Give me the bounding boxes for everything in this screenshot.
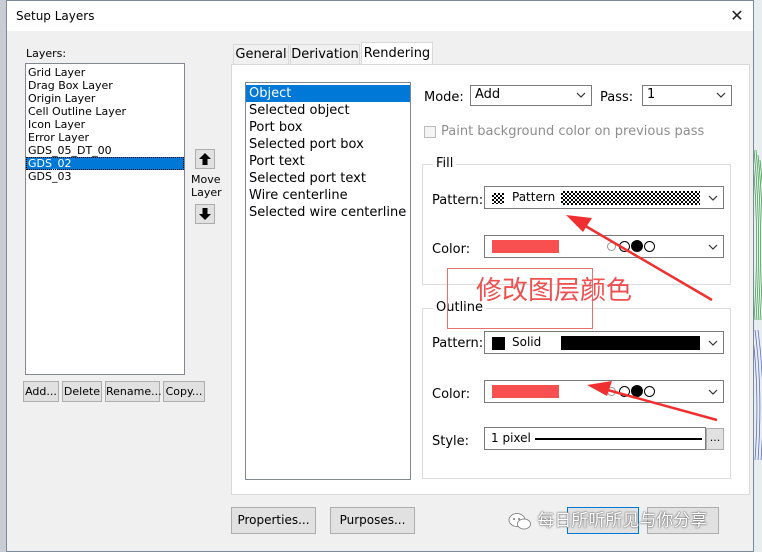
annotation-arrowhead-outline [587, 381, 612, 396]
annotation-arrow-outline [603, 387, 718, 422]
watermark: 每日所听所见与你分享 [508, 506, 707, 531]
watermark-text: 每日所听所见与你分享 [537, 511, 708, 531]
wechat-icon [508, 513, 531, 530]
annotation-arrows [566, 215, 718, 422]
annotation-arrow-fill [581, 222, 713, 302]
annotation-arrowhead-fill [566, 215, 592, 232]
